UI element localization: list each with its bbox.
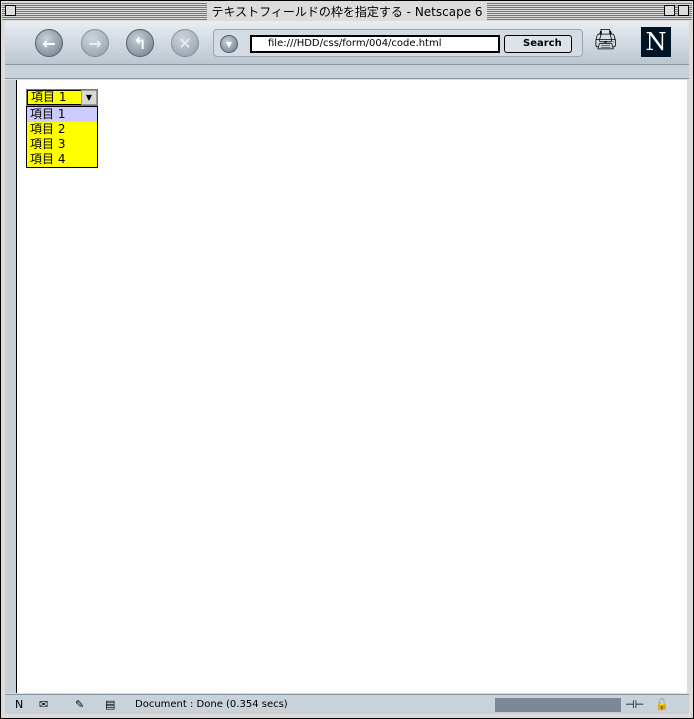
mail-icon[interactable]: ✉	[39, 698, 48, 711]
stop-button[interactable]: ✕	[171, 29, 199, 57]
forward-arrow-icon: →	[88, 33, 102, 53]
print-icon[interactable]: 🖨	[593, 27, 618, 51]
select-value: 項目 1	[27, 90, 82, 105]
back-arrow-icon: ←	[42, 33, 56, 53]
reload-button[interactable]: ↰	[126, 29, 154, 57]
back-button[interactable]: ←	[35, 29, 63, 57]
bookmarks-dropdown-button[interactable]: ▼	[220, 35, 238, 53]
progress-bar	[495, 698, 621, 712]
collapse-box[interactable]	[678, 5, 689, 16]
search-button[interactable]: Search	[504, 35, 572, 53]
forward-button[interactable]: →	[81, 29, 109, 57]
zoom-box[interactable]	[664, 5, 675, 16]
online-plug-icon[interactable]: ⊣⊢	[625, 698, 644, 711]
sidebar-toggle[interactable]	[5, 80, 16, 693]
composer-icon[interactable]: ✎	[75, 698, 84, 711]
status-text: Document : Done (0.354 secs)	[135, 699, 288, 710]
navigator-icon[interactable]: N	[15, 698, 23, 711]
url-text: file:///HDD/css/form/004/code.html	[268, 38, 442, 49]
search-label: Search	[523, 38, 562, 49]
option-item[interactable]: 項目 4	[27, 152, 97, 167]
url-bar-group: ▼ file:///HDD/css/form/004/code.html Sea…	[213, 29, 583, 57]
title-bar[interactable]: テキストフィールドの枠を指定する - Netscape 6	[2, 2, 692, 20]
chevron-down-icon[interactable]: ▼	[81, 90, 97, 105]
close-box[interactable]	[5, 5, 16, 16]
url-input[interactable]: file:///HDD/css/form/004/code.html	[250, 35, 500, 53]
netscape-logo[interactable]: N	[641, 27, 671, 57]
personal-toolbar	[5, 65, 689, 79]
option-item[interactable]: 項目 3	[27, 137, 97, 152]
navigation-toolbar: ← → ↰ ✕ ▼ file:///HDD/css/form/004/code.…	[5, 21, 689, 65]
page-content: 項目 1 ▼ 項目 1 項目 2 項目 3 項目 4	[16, 80, 687, 693]
select-dropdown-list: 項目 1 項目 2 項目 3 項目 4	[26, 106, 98, 168]
browser-window: テキストフィールドの枠を指定する - Netscape 6 ← → ↰ ✕ ▼ …	[0, 0, 694, 719]
option-item[interactable]: 項目 2	[27, 122, 97, 137]
chevron-down-icon: ▼	[225, 39, 233, 49]
stop-icon: ✕	[178, 33, 192, 53]
status-bar: N ✉ ✎ ▤ Document : Done (0.354 secs) ⊣⊢ …	[5, 694, 689, 714]
option-item[interactable]: 項目 1	[27, 107, 97, 122]
window-title: テキストフィールドの枠を指定する - Netscape 6	[207, 2, 487, 20]
reload-icon: ↰	[133, 33, 147, 53]
item-select[interactable]: 項目 1 ▼	[26, 89, 98, 106]
address-book-icon[interactable]: ▤	[105, 698, 115, 711]
security-lock-icon[interactable]: 🔓	[655, 698, 669, 711]
